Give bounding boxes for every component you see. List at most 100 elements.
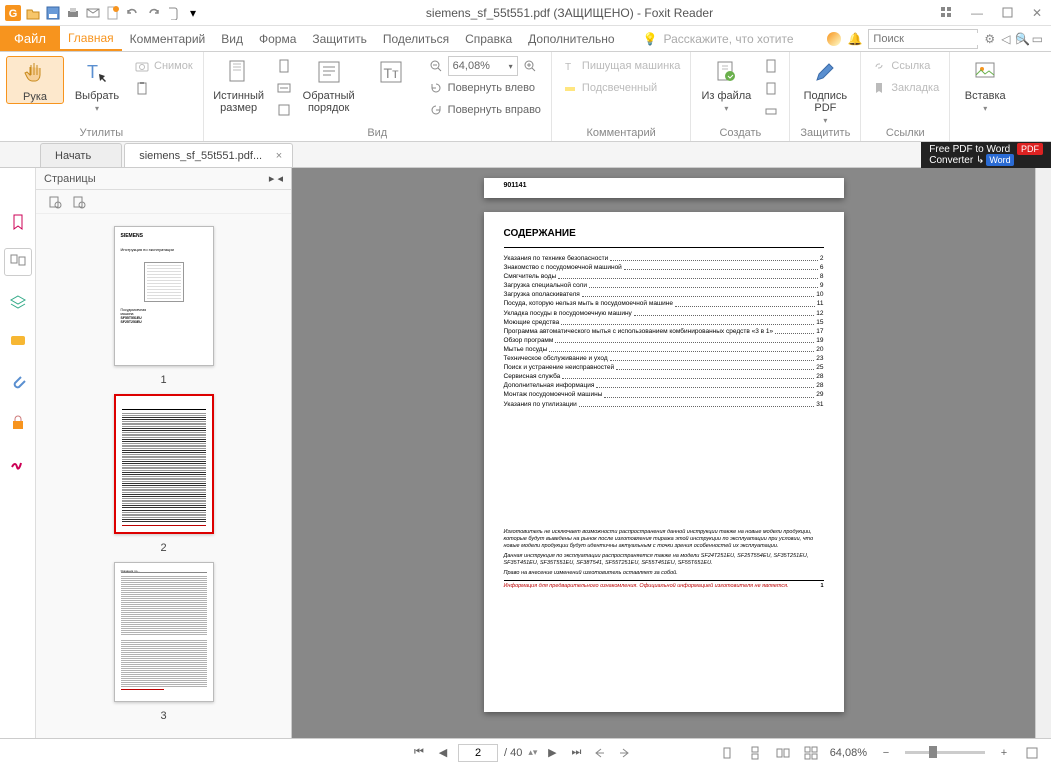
rotate-right-button[interactable]: Повернуть вправо bbox=[424, 100, 545, 120]
tell-me[interactable]: 💡 Расскажите, что хотите bbox=[623, 26, 828, 51]
minimize-button[interactable]: — bbox=[967, 3, 987, 23]
fullscreen-button[interactable] bbox=[1023, 744, 1041, 762]
snapshot-button[interactable]: Снимок bbox=[130, 56, 197, 76]
thumb-shrink-icon[interactable] bbox=[72, 195, 86, 209]
close-button[interactable]: ✕ bbox=[1027, 3, 1047, 23]
next-view-button[interactable] bbox=[615, 744, 633, 762]
close-tab-icon[interactable]: × bbox=[276, 150, 282, 162]
ad-banner[interactable]: Free PDF to Word PDF Converter ↳Word bbox=[921, 142, 1051, 168]
bookmarks-panel-tab[interactable] bbox=[4, 208, 32, 236]
ribbon-display-icon[interactable] bbox=[937, 3, 957, 23]
maximize-button[interactable] bbox=[997, 3, 1017, 23]
signatures-panel-tab[interactable] bbox=[4, 448, 32, 476]
tab-comment[interactable]: Комментарий bbox=[122, 26, 214, 51]
tab-help[interactable]: Справка bbox=[457, 26, 520, 51]
hand-tool-button[interactable]: Рука bbox=[6, 56, 64, 104]
from-clipboard-button[interactable] bbox=[759, 78, 783, 98]
redo-icon[interactable] bbox=[144, 4, 162, 22]
new-icon[interactable] bbox=[104, 4, 122, 22]
text-viewer-icon: Tт bbox=[375, 56, 407, 88]
save-icon[interactable] bbox=[44, 4, 62, 22]
thumbnail-page-1[interactable]: SIEMENS Инструкция по эксплуатации Посуд… bbox=[114, 226, 214, 366]
text-viewer-button[interactable]: Tт bbox=[362, 56, 420, 88]
zoom-in-status-button[interactable]: + bbox=[995, 744, 1013, 762]
pages-panel-tab[interactable] bbox=[4, 248, 32, 276]
thumbnail-page-3[interactable]: Указания по... bbox=[114, 562, 214, 702]
start-tab[interactable]: Начать bbox=[40, 143, 122, 167]
tab-form[interactable]: Форма bbox=[251, 26, 304, 51]
zoom-combo[interactable]: 64,08%▾ bbox=[448, 56, 518, 76]
reader-mode-icon[interactable]: ▭ bbox=[1032, 32, 1043, 46]
tab-protect[interactable]: Защитить bbox=[304, 26, 374, 51]
bookmark-button[interactable]: Закладка bbox=[867, 78, 943, 98]
rotate-left-button[interactable]: Повернуть влево bbox=[424, 78, 545, 98]
theme-circle-icon[interactable] bbox=[827, 32, 841, 46]
zoom-out-status-button[interactable]: − bbox=[877, 744, 895, 762]
zoom-out-button[interactable]: 64,08%▾ bbox=[424, 56, 545, 76]
thumbnails-list[interactable]: SIEMENS Инструкция по эксплуатации Посуд… bbox=[36, 214, 291, 738]
first-page-button[interactable]: ⏮ bbox=[410, 744, 428, 762]
tab-view[interactable]: Вид bbox=[213, 26, 251, 51]
from-scanner-button[interactable] bbox=[759, 100, 783, 120]
prev-arrow-icon[interactable]: ◁ bbox=[1001, 32, 1010, 46]
tab-extras[interactable]: Дополнительно bbox=[520, 26, 622, 51]
typewriter-button[interactable]: TПишущая машинка bbox=[558, 56, 684, 76]
layers-panel-tab[interactable] bbox=[4, 288, 32, 316]
actual-size-icon bbox=[223, 56, 255, 88]
continuous-button[interactable] bbox=[746, 744, 764, 762]
panel-collapse-icon[interactable]: ▸ ◂ bbox=[269, 172, 283, 185]
blank-page-button[interactable] bbox=[759, 56, 783, 76]
next-arrow-icon[interactable]: ▷ bbox=[1016, 32, 1025, 46]
page-number-input[interactable] bbox=[458, 744, 498, 762]
comments-panel-tab[interactable] bbox=[4, 328, 32, 356]
scroll-icon[interactable] bbox=[164, 4, 182, 22]
zoom-slider[interactable] bbox=[905, 751, 985, 754]
blank-page-icon bbox=[763, 58, 779, 74]
link-button[interactable]: Ссылка bbox=[867, 56, 943, 76]
search-box[interactable]: 🔍 bbox=[868, 29, 978, 49]
file-menu-button[interactable]: Файл bbox=[0, 26, 60, 51]
select-tool-button[interactable]: T Выбрать ▾ bbox=[68, 56, 126, 113]
prev-view-button[interactable] bbox=[591, 744, 609, 762]
fit-width-button[interactable] bbox=[272, 78, 296, 98]
vertical-scrollbar[interactable] bbox=[1035, 168, 1051, 738]
highlight-button[interactable]: Подсвеченный bbox=[558, 78, 684, 98]
tab-share[interactable]: Поделиться bbox=[375, 26, 457, 51]
open-icon[interactable] bbox=[24, 4, 42, 22]
fit-visible-button[interactable] bbox=[272, 100, 296, 120]
sign-pdf-button[interactable]: Подпись PDF ▾ bbox=[796, 56, 854, 125]
toc-entry: Техническое обслуживание и уход23 bbox=[504, 354, 824, 363]
thumb-enlarge-icon[interactable] bbox=[48, 195, 62, 209]
insert-icon bbox=[969, 56, 1001, 88]
email-icon[interactable] bbox=[84, 4, 102, 22]
from-file-button[interactable]: Из файла ▾ bbox=[697, 56, 755, 113]
print-icon[interactable] bbox=[64, 4, 82, 22]
typewriter-icon: T bbox=[562, 58, 578, 74]
reflow-button[interactable]: Обратный порядок bbox=[300, 56, 358, 114]
tab-home[interactable]: Главная bbox=[60, 26, 122, 51]
from-file-icon bbox=[710, 56, 742, 88]
thumbnail-page-2[interactable] bbox=[114, 394, 214, 534]
document-view[interactable]: 901141 СОДЕРЖАНИЕ Указания по технике бе… bbox=[292, 168, 1035, 738]
notification-icon[interactable]: 🔔 bbox=[847, 32, 862, 46]
qat-dropdown-icon[interactable]: ▾ bbox=[184, 4, 202, 22]
comment-more-button[interactable] bbox=[558, 100, 684, 120]
single-page-button[interactable] bbox=[718, 744, 736, 762]
next-page-button[interactable]: ▶ bbox=[543, 744, 561, 762]
page-total: / 40 bbox=[504, 747, 522, 759]
clipboard-button[interactable] bbox=[130, 78, 197, 98]
prev-page-button[interactable]: ◀ bbox=[434, 744, 452, 762]
attachments-panel-tab[interactable] bbox=[4, 368, 32, 396]
fit-page-button[interactable] bbox=[272, 56, 296, 76]
actual-size-button[interactable]: Истинный размер bbox=[210, 56, 268, 114]
start-tab-label: Начать bbox=[55, 150, 91, 162]
zoom-in-icon[interactable] bbox=[522, 58, 538, 74]
continuous-facing-button[interactable] bbox=[802, 744, 820, 762]
security-panel-tab[interactable] bbox=[4, 408, 32, 436]
insert-button[interactable]: Вставка ▾ bbox=[956, 56, 1014, 113]
gear-icon[interactable]: ⚙ bbox=[984, 32, 995, 46]
document-tab[interactable]: siemens_sf_55t551.pdf...× bbox=[124, 143, 293, 167]
undo-icon[interactable] bbox=[124, 4, 142, 22]
last-page-button[interactable]: ⏭ bbox=[567, 744, 585, 762]
facing-button[interactable] bbox=[774, 744, 792, 762]
